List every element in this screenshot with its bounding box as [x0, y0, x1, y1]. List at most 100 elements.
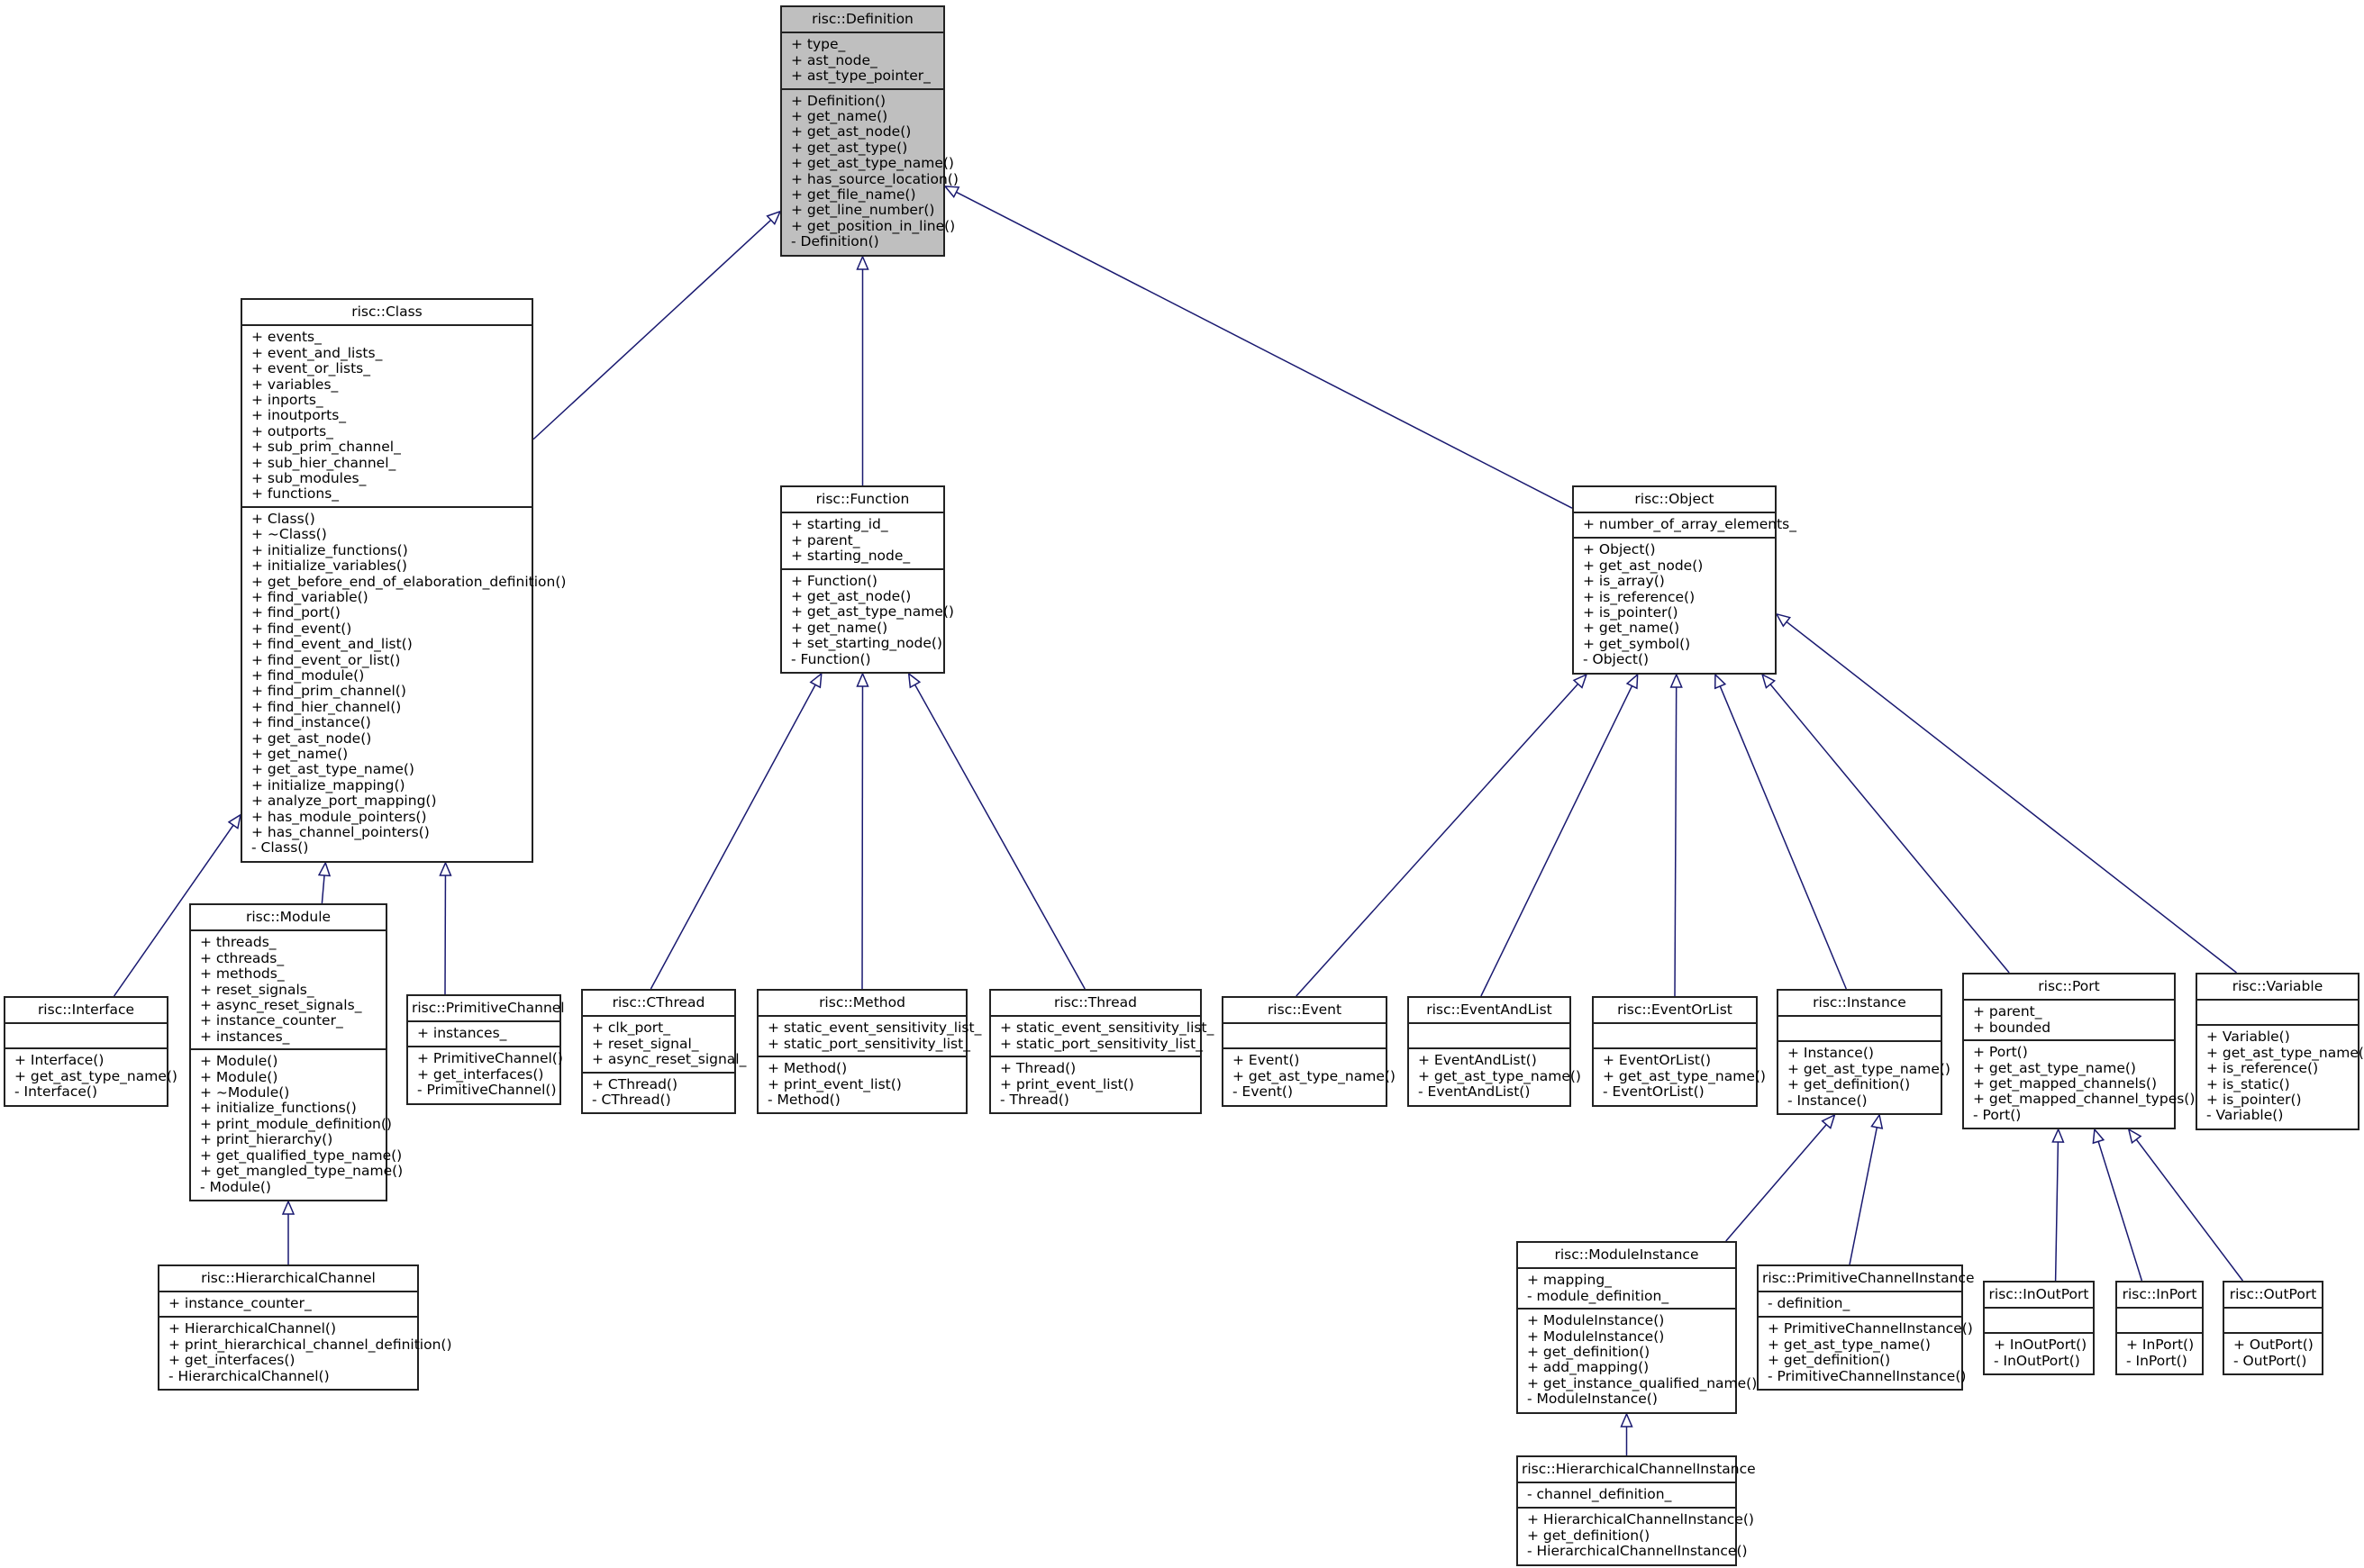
class-name[interactable]: risc::EventAndList	[1409, 998, 1569, 1025]
operation: + get_qualified_type_name()	[200, 1147, 403, 1164]
class-box-primitivechannelinstance[interactable]: risc::PrimitiveChannelInstance - definiti…	[1757, 1264, 1975, 1391]
operations-compartment: + CThread() - CThread()	[583, 1074, 734, 1113]
operation: + get_name()	[1583, 620, 1680, 637]
attribute: + parent_	[791, 531, 860, 548]
operation: + find_variable()	[251, 588, 368, 605]
operations-compartment: + EventOrList() + get_ast_type_name() - Ev…	[1594, 1049, 1766, 1104]
inheritance-edge-thread-to-function	[907, 672, 1086, 990]
class-box-event[interactable]: risc::Event+ Event() + get_ast_type_name(…	[1222, 996, 1396, 1107]
operations-compartment: + Instance() + get_ast_type_name() + get_d…	[1778, 1042, 1950, 1113]
operation: + initialize_functions()	[251, 541, 408, 558]
operation: + is_array()	[1583, 573, 1665, 590]
class-name[interactable]: risc::Module	[191, 905, 386, 932]
operation: + ModuleInstance()	[1527, 1328, 1665, 1345]
operation: + PrimitiveChannel()	[417, 1050, 563, 1067]
class-box-instance[interactable]: risc::Instance+ Instance() + get_ast_type…	[1777, 989, 1950, 1116]
inheritance-edge-hierarchicalchannel-to-module	[281, 1200, 296, 1264]
class-box-cthread[interactable]: risc::CThread + clk_port_ + reset_signal_ +…	[581, 989, 746, 1115]
class-name[interactable]: risc::InOutPort	[1985, 1282, 2093, 1310]
class-box-object[interactable]: risc::Object + number_of_array_elements_ +…	[1572, 485, 1796, 675]
attributes-compartment: + parent_ + bounded	[1964, 1001, 2174, 1042]
operation: + initialize_variables()	[251, 557, 407, 575]
class-box-moduleinstance[interactable]: risc::ModuleInstance + mapping_ - module_d…	[1516, 1241, 1758, 1414]
edge-line	[2135, 1138, 2243, 1282]
inheritance-edge-cthread-to-function	[650, 672, 823, 990]
class-box-primitivechannel[interactable]: risc::PrimitiveChannel + instances_ + Prim…	[406, 994, 565, 1105]
class-name[interactable]: risc::OutPort	[2224, 1282, 2322, 1310]
attribute: + inoutports_	[251, 407, 347, 424]
attribute: + async_reset_signals_	[200, 997, 362, 1014]
class-name[interactable]: risc::HierarchicalChannelInstance	[1518, 1457, 1756, 1484]
operation: + get_name()	[791, 108, 888, 125]
operation: + get_ast_type_name()	[1232, 1067, 1396, 1084]
inheritance-edge-event-to-object	[1296, 673, 1588, 997]
class-box-method[interactable]: risc::Method + static_event_sensitivity_l…	[757, 989, 981, 1115]
class-box-hierarchicalchannelinstance[interactable]: risc::HierarchicalChannelInstance - chann…	[1516, 1455, 1756, 1566]
hollow-triangle-arrowhead-icon	[1714, 673, 1727, 690]
operation: + get_name()	[791, 619, 888, 636]
attributes-compartment: + threads_ + cthreads_ + methods_ + reset_s…	[191, 931, 386, 1051]
operation: + print_hierarchy()	[200, 1131, 333, 1148]
operation: + get_ast_type_name()	[1787, 1060, 1950, 1077]
operation: + find_event_and_list()	[251, 636, 413, 653]
class-box-definition[interactable]: risc::Definition + type_ + ast_node_ + ast_…	[780, 5, 959, 257]
operation: + is_pointer()	[1583, 604, 1678, 621]
operation: + get_mangled_type_name()	[200, 1163, 404, 1180]
hollow-triangle-arrowhead-icon	[907, 672, 922, 689]
class-name[interactable]: risc::Instance	[1778, 991, 1941, 1018]
class-name[interactable]: risc::EventOrList	[1594, 998, 1756, 1025]
class-box-eventorlist[interactable]: risc::EventOrList+ EventOrList() + get_as…	[1592, 996, 1766, 1107]
class-name[interactable]: risc::Definition	[782, 7, 943, 34]
class-box-port[interactable]: risc::Port + parent_ + bounded + Port() + ge…	[1962, 973, 2195, 1130]
inheritance-edge-object-to-definition	[943, 186, 1573, 509]
attribute: + instance_counter_	[200, 1012, 343, 1029]
class-box-inport[interactable]: risc::InPort+ InPort() - InPort()	[2115, 1281, 2204, 1376]
class-box-module[interactable]: risc::Module + threads_ + cthreads_ + metho…	[189, 903, 404, 1201]
class-box-eventandlist[interactable]: risc::EventAndList + EventAndList() + get_…	[1407, 996, 1581, 1107]
hollow-triangle-arrowhead-icon	[1669, 673, 1683, 688]
class-name[interactable]: risc::Object	[1574, 487, 1775, 514]
operation: + Module()	[200, 1053, 278, 1070]
class-name[interactable]: risc::Variable	[2197, 974, 2358, 1002]
operation: + find_port()	[251, 604, 341, 621]
class-name[interactable]: risc::CThread	[583, 991, 734, 1018]
class-name[interactable]: risc::ModuleInstance	[1518, 1243, 1735, 1270]
class-name[interactable]: risc::Function	[782, 487, 943, 514]
operation: + get_instance_qualified_name()	[1527, 1374, 1758, 1391]
operation: + get_ast_type_name()	[791, 155, 954, 172]
inheritance-edge-variable-to-object	[1775, 612, 2237, 974]
class-box-hierarchicalchannel[interactable]: risc::HierarchicalChannel + instance_coun…	[158, 1264, 452, 1391]
class-box-outport[interactable]: risc::OutPort+ OutPort() - OutPort()	[2223, 1281, 2323, 1376]
class-name[interactable]: risc::Interface	[5, 998, 167, 1025]
class-box-interface[interactable]: risc::Interface + Interface() + get_ast_ty…	[4, 996, 177, 1107]
class-box-variable[interactable]: risc::Variable + Variable() + get_ast_type…	[2196, 973, 2364, 1130]
class-box-inoutport[interactable]: risc::InOutPort + InOutPort() - InOutPort(…	[1983, 1281, 2095, 1376]
operation: - Port()	[1973, 1106, 2022, 1123]
class-name[interactable]: risc::Event	[1223, 998, 1386, 1025]
class-name[interactable]: risc::PrimitiveChannelInstance	[1759, 1266, 1975, 1293]
class-name[interactable]: risc::PrimitiveChannel	[408, 996, 565, 1023]
operations-compartment: + Event() + get_ast_type_name() - Event()	[1223, 1049, 1396, 1104]
class-box-thread[interactable]: risc::Thread + static_event_sensitivity_l…	[989, 989, 1214, 1115]
operation: + initialize_functions()	[200, 1100, 357, 1117]
operation: + get_before_end_of_elaboration_definiti…	[251, 573, 567, 590]
operations-compartment: + InPort() - InPort()	[2117, 1334, 2202, 1373]
operation: + has_source_location()	[791, 170, 959, 187]
class-name[interactable]: risc::Port	[1964, 974, 2174, 1002]
operation: - Thread()	[1000, 1092, 1069, 1109]
class-name[interactable]: risc::Thread	[991, 991, 1200, 1018]
operation: + get_ast_type_name()	[251, 761, 414, 778]
attribute: + static_port_sensitivity_list_	[1000, 1035, 1203, 1052]
inheritance-edge-inport-to-port	[2092, 1128, 2143, 1282]
class-name[interactable]: risc::Method	[759, 991, 966, 1018]
operations-compartment: + Function() + get_ast_node() + get_ast_ty…	[782, 570, 954, 672]
attributes-compartment: + events_ + event_and_lists_ + event_or_li…	[242, 326, 532, 508]
class-name[interactable]: risc::Class	[242, 300, 532, 327]
operations-compartment: + OutPort() - OutPort()	[2224, 1334, 2322, 1373]
class-name[interactable]: risc::HierarchicalChannel	[159, 1266, 417, 1293]
operation: - HierarchicalChannelInstance()	[1527, 1543, 1748, 1560]
operation: + print_event_list()	[768, 1075, 902, 1092]
class-box-class[interactable]: risc::Class + events_ + event_and_lists_ + …	[241, 298, 567, 863]
class-name[interactable]: risc::InPort	[2117, 1282, 2202, 1310]
class-box-function[interactable]: risc::Function + starting_id_ + parent_ + s…	[780, 485, 954, 675]
